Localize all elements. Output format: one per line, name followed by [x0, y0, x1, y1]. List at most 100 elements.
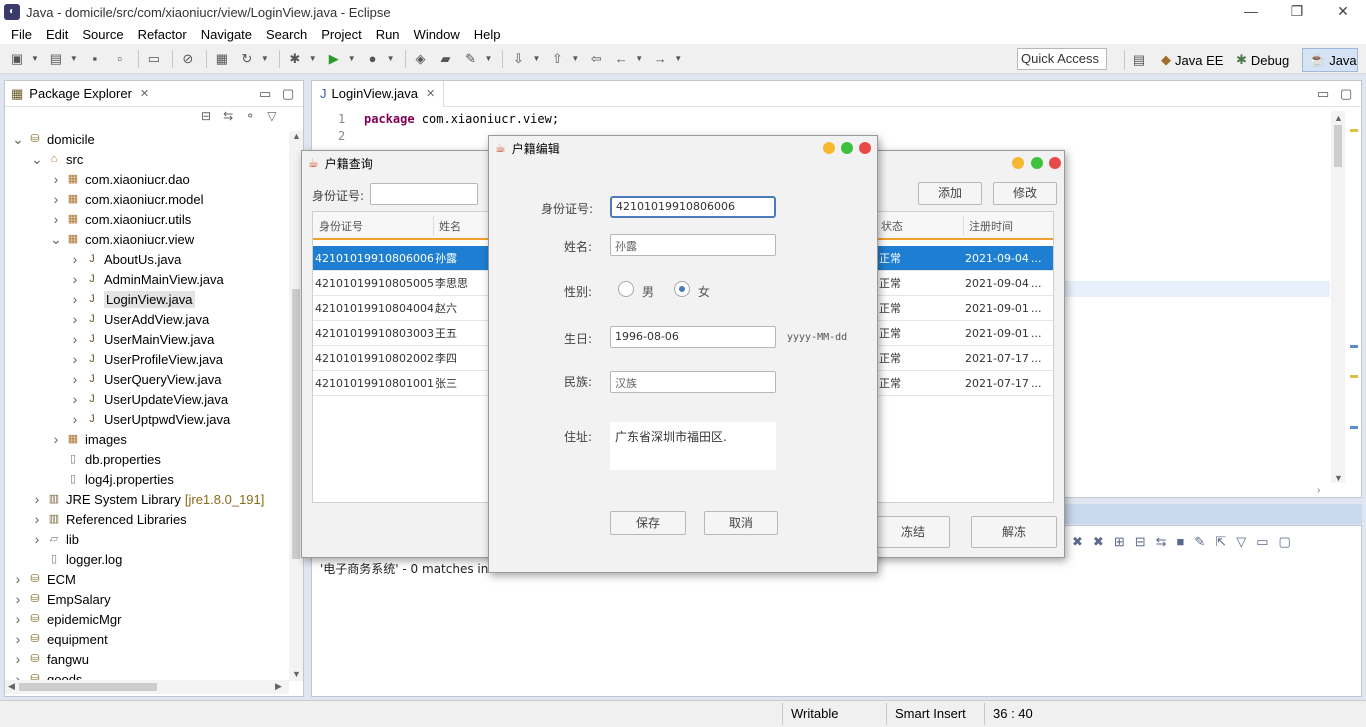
view-menu-icon[interactable]: ▽: [1236, 534, 1246, 550]
scroll-thumb[interactable]: [292, 289, 300, 559]
gender-male-radio[interactable]: [618, 281, 634, 297]
back-icon[interactable]: ←: [610, 48, 632, 70]
open-folder-icon[interactable]: ▰: [435, 48, 457, 70]
tree-item[interactable]: › ⛁ fangwu: [11, 649, 89, 669]
chevron-right-icon[interactable]: ›: [68, 411, 82, 427]
view-menu-icon[interactable]: ▽: [267, 109, 276, 123]
unfreeze-button[interactable]: 解冻: [971, 516, 1057, 548]
scroll-down-icon[interactable]: ▼: [292, 669, 301, 679]
edit-address-textarea[interactable]: 广东省深圳市福田区.: [610, 422, 776, 470]
tree-item[interactable]: › ⛁ EmpSalary: [11, 589, 111, 609]
tree-item[interactable]: › J UserMainView.java: [68, 329, 215, 349]
tree-item[interactable]: ▯ log4j.properties: [49, 469, 174, 489]
last-edit-icon[interactable]: ⇦: [585, 48, 607, 70]
maximize-dot-icon[interactable]: [841, 142, 853, 154]
collapse-all-icon[interactable]: ⊟: [201, 109, 211, 123]
menu-source[interactable]: Source: [75, 27, 130, 42]
save-button[interactable]: 保存: [610, 511, 686, 535]
chevron-right-icon[interactable]: ›: [68, 291, 82, 307]
save-all-icon[interactable]: ▫: [109, 48, 131, 70]
chevron-right-icon[interactable]: ›: [11, 671, 25, 680]
tree-item[interactable]: › ⛁ goods: [11, 669, 83, 680]
tree-item[interactable]: › ▦ com.xiaoniucr.utils: [49, 209, 192, 229]
close-dot-icon[interactable]: [1049, 157, 1061, 169]
edit-id-input[interactable]: 42101019910806006: [610, 196, 776, 218]
menu-file[interactable]: File: [4, 27, 39, 42]
package-explorer-title[interactable]: Package Explorer: [29, 86, 132, 101]
open-perspective-icon[interactable]: ▤: [1128, 49, 1150, 71]
debug-icon[interactable]: ✱: [284, 48, 306, 70]
header-name[interactable]: 姓名: [439, 214, 461, 239]
edit-button[interactable]: 修改: [993, 182, 1057, 205]
link-editor-icon[interactable]: ⇆: [223, 109, 233, 123]
edit-nation-input[interactable]: 汉族: [610, 371, 776, 393]
chevron-right-icon[interactable]: ›: [68, 331, 82, 347]
tree-item[interactable]: › ⛁ equipment: [11, 629, 108, 649]
tree-item[interactable]: › ⛁ epidemicMgr: [11, 609, 122, 629]
chevron-right-icon[interactable]: ›: [68, 251, 82, 267]
build-icon[interactable]: ▦: [211, 48, 233, 70]
chevron-right-icon[interactable]: ›: [68, 311, 82, 327]
stop-icon[interactable]: ■: [1177, 534, 1185, 550]
save-icon[interactable]: ▪: [84, 48, 106, 70]
perspective-debug[interactable]: ✱ Debug: [1230, 48, 1295, 72]
annotation-icon[interactable]: ⇩: [507, 48, 529, 70]
minimize-dot-icon[interactable]: [823, 142, 835, 154]
code-line-1[interactable]: package com.xiaoniucr.view;: [364, 111, 559, 128]
chevron-right-icon[interactable]: ›: [49, 171, 63, 187]
header-id[interactable]: 身份证号: [319, 214, 363, 239]
tree-item[interactable]: › J UserUptpwdView.java: [68, 409, 231, 429]
tree-item[interactable]: › J UserProfileView.java: [68, 349, 223, 369]
pin-icon[interactable]: ⇱: [1215, 534, 1226, 550]
skip-breakpoints-icon[interactable]: ⊘: [177, 48, 199, 70]
gender-female-radio[interactable]: [674, 281, 690, 297]
editor-vertical-scrollbar[interactable]: ▲ ▼: [1331, 111, 1345, 483]
tree-item[interactable]: › J AboutUs.java: [68, 249, 182, 269]
collapse-icon[interactable]: ⊟: [1135, 534, 1146, 550]
chevron-right-icon[interactable]: ›: [30, 511, 44, 527]
new-icon[interactable]: ▣: [6, 48, 28, 70]
chevron-right-icon[interactable]: ›: [49, 431, 63, 447]
tree-item[interactable]: › J LoginView.java: [68, 289, 195, 309]
chevron-right-icon[interactable]: ›: [11, 651, 25, 667]
sync-icon[interactable]: ⇆: [1156, 534, 1167, 550]
edit-birth-input[interactable]: 1996-08-06: [610, 326, 776, 348]
maximize-view-icon[interactable]: ▢: [282, 86, 294, 102]
chevron-right-icon[interactable]: ›: [68, 391, 82, 407]
console-icon[interactable]: ▭: [143, 48, 165, 70]
scroll-up-icon[interactable]: ▲: [292, 131, 301, 141]
prev-annotation-icon[interactable]: ⇧: [546, 48, 568, 70]
minimize-view-icon[interactable]: ▭: [259, 86, 271, 102]
chevron-right-icon[interactable]: ›: [68, 271, 82, 287]
open-type-icon[interactable]: ◈: [410, 48, 432, 70]
chevron-down-icon[interactable]: ⌄: [49, 231, 63, 248]
perspective-java-ee[interactable]: ◆ Java EE: [1155, 48, 1229, 72]
menu-help[interactable]: Help: [467, 27, 508, 42]
chevron-down-icon[interactable]: ⌄: [30, 151, 44, 168]
chevron-right-icon[interactable]: ›: [11, 591, 25, 607]
close-tab-icon[interactable]: ✕: [140, 87, 149, 100]
tree-item[interactable]: › ▦ com.xiaoniucr.dao: [49, 169, 190, 189]
close-tab-icon[interactable]: ✕: [426, 87, 435, 100]
tree-item[interactable]: › ▦ images: [49, 429, 127, 449]
tree-item[interactable]: › ▱ lib: [30, 529, 79, 549]
maximize-dot-icon[interactable]: [1031, 157, 1043, 169]
tree-item[interactable]: › J AdminMainView.java: [68, 269, 224, 289]
tree-item[interactable]: › J UserAddView.java: [68, 309, 210, 329]
chevron-right-icon[interactable]: ›: [30, 491, 44, 507]
add-button[interactable]: 添加: [918, 182, 982, 205]
header-status[interactable]: 状态: [881, 214, 903, 239]
menu-edit[interactable]: Edit: [39, 27, 75, 42]
close-window-button[interactable]: ✕: [1320, 0, 1366, 24]
chevron-right-icon[interactable]: ›: [68, 371, 82, 387]
minimize-button[interactable]: —: [1228, 0, 1274, 24]
query-id-input[interactable]: [370, 183, 478, 205]
menu-project[interactable]: Project: [314, 27, 368, 42]
tree-horizontal-scrollbar[interactable]: ◀ ▶: [5, 680, 289, 694]
tree-item[interactable]: › ▦ com.xiaoniucr.model: [49, 189, 204, 209]
tree-item[interactable]: › J UserQueryView.java: [68, 369, 222, 389]
chevron-down-icon[interactable]: ⌄: [11, 131, 25, 148]
menu-navigate[interactable]: Navigate: [194, 27, 259, 42]
remove-all-icon[interactable]: ✖: [1093, 534, 1104, 550]
tree-item[interactable]: › ⛁ ECM: [11, 569, 76, 589]
